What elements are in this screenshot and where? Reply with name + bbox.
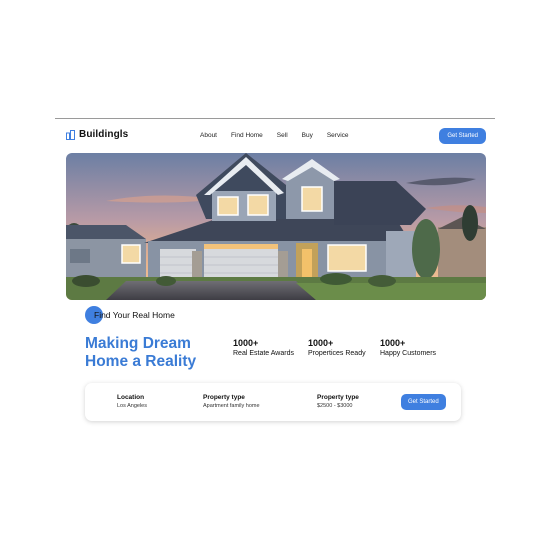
nav-item-about[interactable]: About	[200, 132, 217, 139]
field-value: Apartment family home	[203, 403, 260, 409]
stat-label: Happy Customers	[380, 350, 437, 357]
stat-label: Propertices Ready	[308, 350, 366, 357]
hero-image	[66, 153, 486, 300]
stat-value: 1000+	[308, 338, 334, 348]
main-nav: About Find Home Sell Buy Service	[200, 132, 349, 139]
find-home-badge: Find Your Real Home	[85, 306, 175, 324]
stat-properties: 1000+ Propertices Ready	[308, 338, 366, 357]
field-value: $2500 - $3000	[317, 403, 353, 409]
hero-headline: Making Dream Home a Reality	[85, 335, 197, 370]
search-get-started-button[interactable]: Get Started	[401, 394, 446, 410]
location-field[interactable]: Location Los Angeles	[117, 394, 147, 409]
nav-item-service[interactable]: Service	[327, 132, 349, 139]
field-label: Location	[117, 394, 145, 401]
price-range-field[interactable]: Property type $2500 - $3000	[317, 394, 359, 409]
nav-item-sell[interactable]: Sell	[277, 132, 288, 139]
stat-value: 1000+	[380, 338, 406, 348]
nav-item-buy[interactable]: Buy	[302, 132, 313, 139]
logo-text: Buildingls	[79, 129, 129, 140]
badge-text: Find Your Real Home	[94, 310, 175, 320]
top-divider	[55, 118, 495, 119]
property-type-field[interactable]: Property type Apartment family home	[203, 394, 260, 409]
field-label: Property type	[203, 394, 245, 401]
get-started-button[interactable]: Get Started	[439, 128, 486, 144]
logo[interactable]: Buildingls	[66, 129, 128, 140]
building-logo-icon	[66, 129, 75, 140]
nav-item-find-home[interactable]: Find Home	[231, 132, 263, 139]
field-label: Property type	[317, 394, 359, 401]
site-header: Buildingls About Find Home Sell Buy Serv…	[66, 126, 486, 148]
field-value: Los Angeles	[117, 403, 147, 409]
stat-customers: 1000+ Happy Customers	[380, 338, 436, 357]
stat-awards: 1000+ Real Estate Awards	[233, 338, 294, 357]
stat-label: Real Estate Awards	[233, 350, 294, 357]
house-photo	[66, 153, 486, 300]
search-card: Location Los Angeles Property type Apart…	[85, 383, 461, 421]
stat-value: 1000+	[233, 338, 259, 348]
